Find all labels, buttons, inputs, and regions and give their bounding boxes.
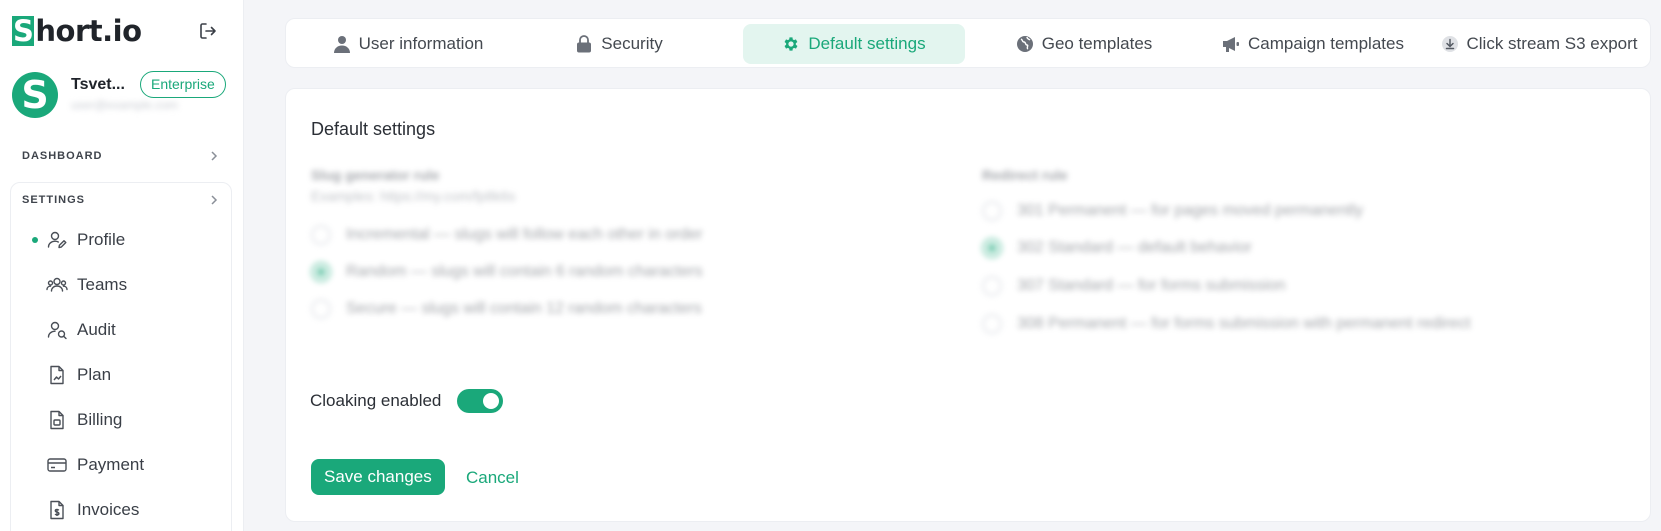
- radio-label: 307 Standard — for forms submission: [1017, 277, 1286, 294]
- cloaking-label: Cloaking enabled: [310, 391, 442, 410]
- account-name: Tsvet...: [71, 76, 125, 93]
- tab-label: Security: [601, 34, 663, 53]
- radio-button[interactable]: [982, 201, 1002, 221]
- plan-badge: Enterprise: [140, 71, 226, 98]
- radio-button[interactable]: [982, 238, 1002, 258]
- sidebar-item-label: Billing: [77, 410, 123, 429]
- sidebar-item-invoices[interactable]: Invoices: [20, 492, 220, 528]
- sidebar-item-profile[interactable]: Profile: [20, 222, 220, 258]
- slug-rule-hint: Examples: https://my.com/fp8k6s: [311, 188, 516, 204]
- radio-button[interactable]: [311, 299, 331, 319]
- settings-label: SETTINGS: [22, 194, 86, 206]
- chevron-right-icon: [211, 151, 218, 161]
- user-edit-icon: [46, 229, 68, 251]
- tab-campaign-templates[interactable]: Campaign templates: [1198, 24, 1428, 64]
- radio-button[interactable]: [311, 262, 331, 282]
- radio-button[interactable]: [982, 276, 1002, 296]
- sidebar-item-label: Payment: [77, 455, 145, 474]
- tab-label: Geo templates: [1041, 34, 1153, 53]
- redirect-rule-label: Redirect rule: [982, 167, 1068, 183]
- cloaking-toggle[interactable]: [457, 389, 504, 413]
- radio-label: 302 Standard — default behavior: [1017, 239, 1252, 256]
- lock-icon: [575, 35, 593, 53]
- invoice-icon: [46, 499, 68, 521]
- active-dot: [32, 237, 38, 243]
- slug-option-random[interactable]: Random — slugs will contain 6 random cha…: [311, 262, 703, 282]
- redirect-option-301[interactable]: 301 Permanent — for pages moved permanen…: [982, 201, 1363, 221]
- sidebar-item-label: Invoices: [77, 500, 140, 519]
- tab-security[interactable]: Security: [524, 24, 714, 64]
- users-icon: [46, 274, 68, 296]
- cancel-button[interactable]: Cancel: [466, 468, 519, 488]
- logout-icon[interactable]: [196, 19, 220, 43]
- chevron-right-icon: [211, 195, 218, 205]
- logo[interactable]: Short.io: [12, 14, 142, 48]
- dashboard-section[interactable]: DASHBOARD: [10, 138, 232, 174]
- sidebar-item-label: Plan: [77, 365, 112, 384]
- tab-geo-templates[interactable]: Geo templates: [984, 24, 1184, 64]
- user-icon: [333, 35, 351, 53]
- slug-option-secure[interactable]: Secure — slugs will contain 12 random ch…: [311, 299, 702, 319]
- radio-label: 308 Permanent — for forms submission wit…: [1017, 315, 1471, 332]
- tab-label: User information: [358, 34, 484, 53]
- account-panel[interactable]: S Tsvet... Enterprise user@example.com: [12, 70, 237, 128]
- sidebar-item-audit[interactable]: Audit: [20, 312, 220, 348]
- logo-mark: S: [12, 14, 35, 48]
- globe-icon: [1016, 35, 1034, 53]
- radio-button[interactable]: [982, 314, 1002, 334]
- tab-label: Click stream S3 export: [1466, 34, 1638, 53]
- redirect-option-307[interactable]: 307 Standard — for forms submission: [982, 276, 1286, 296]
- toggle-knob: [483, 393, 500, 409]
- sidebar-item-label: Audit: [77, 320, 116, 339]
- tab-label: Campaign templates: [1248, 34, 1404, 53]
- page-title: Default settings: [311, 119, 436, 139]
- logo-text: hort.io: [35, 14, 142, 48]
- avatar: S: [12, 72, 58, 118]
- credit-card-icon: [46, 454, 68, 476]
- settings-section[interactable]: SETTINGS: [10, 182, 232, 218]
- radio-label: Incremental — slugs will follow each oth…: [346, 226, 703, 243]
- sidebar-item-label: Teams: [77, 275, 128, 294]
- dashboard-label: DASHBOARD: [22, 150, 103, 162]
- radio-label: Random — slugs will contain 6 random cha…: [346, 263, 703, 280]
- radio-label: 301 Permanent — for pages moved permanen…: [1017, 202, 1363, 219]
- tab-default-settings[interactable]: Default settings: [743, 24, 965, 64]
- user-search-icon: [46, 319, 68, 341]
- download-icon: [1441, 35, 1459, 53]
- cloaking-row: Cloaking enabled: [310, 389, 504, 413]
- settings-tabs: User information Security Default settin…: [285, 18, 1651, 68]
- radio-button[interactable]: [311, 225, 331, 245]
- tab-click-stream-s3-export[interactable]: Click stream S3 export: [1434, 24, 1644, 64]
- document-lines-icon: [46, 409, 68, 431]
- tab-user-information[interactable]: User information: [298, 24, 518, 64]
- sidebar-item-teams[interactable]: Teams: [20, 267, 220, 303]
- radio-label: Secure — slugs will contain 12 random ch…: [346, 300, 702, 317]
- default-settings-card: Default settings Slug generator rule Exa…: [285, 88, 1651, 522]
- sidebar-item-plan[interactable]: Plan: [20, 357, 220, 393]
- sidebar: Short.io S Tsvet... Enterprise user@exam…: [0, 0, 244, 531]
- slug-option-incremental[interactable]: Incremental — slugs will follow each oth…: [311, 225, 703, 245]
- megaphone-icon: [1222, 35, 1240, 53]
- gear-icon: [782, 35, 800, 53]
- account-email: user@example.com: [71, 98, 178, 112]
- sidebar-item-billing[interactable]: Billing: [20, 402, 220, 438]
- save-changes-button[interactable]: Save changes: [311, 459, 445, 495]
- document-chart-icon: [46, 364, 68, 386]
- redirect-option-308[interactable]: 308 Permanent — for forms submission wit…: [982, 314, 1471, 334]
- slug-rule-label: Slug generator rule: [311, 167, 440, 183]
- redirect-option-302[interactable]: 302 Standard — default behavior: [982, 238, 1252, 258]
- sidebar-item-label: Profile: [77, 230, 126, 249]
- sidebar-item-payment[interactable]: Payment: [20, 447, 220, 483]
- tab-label[interactable]: Default settings: [808, 34, 925, 54]
